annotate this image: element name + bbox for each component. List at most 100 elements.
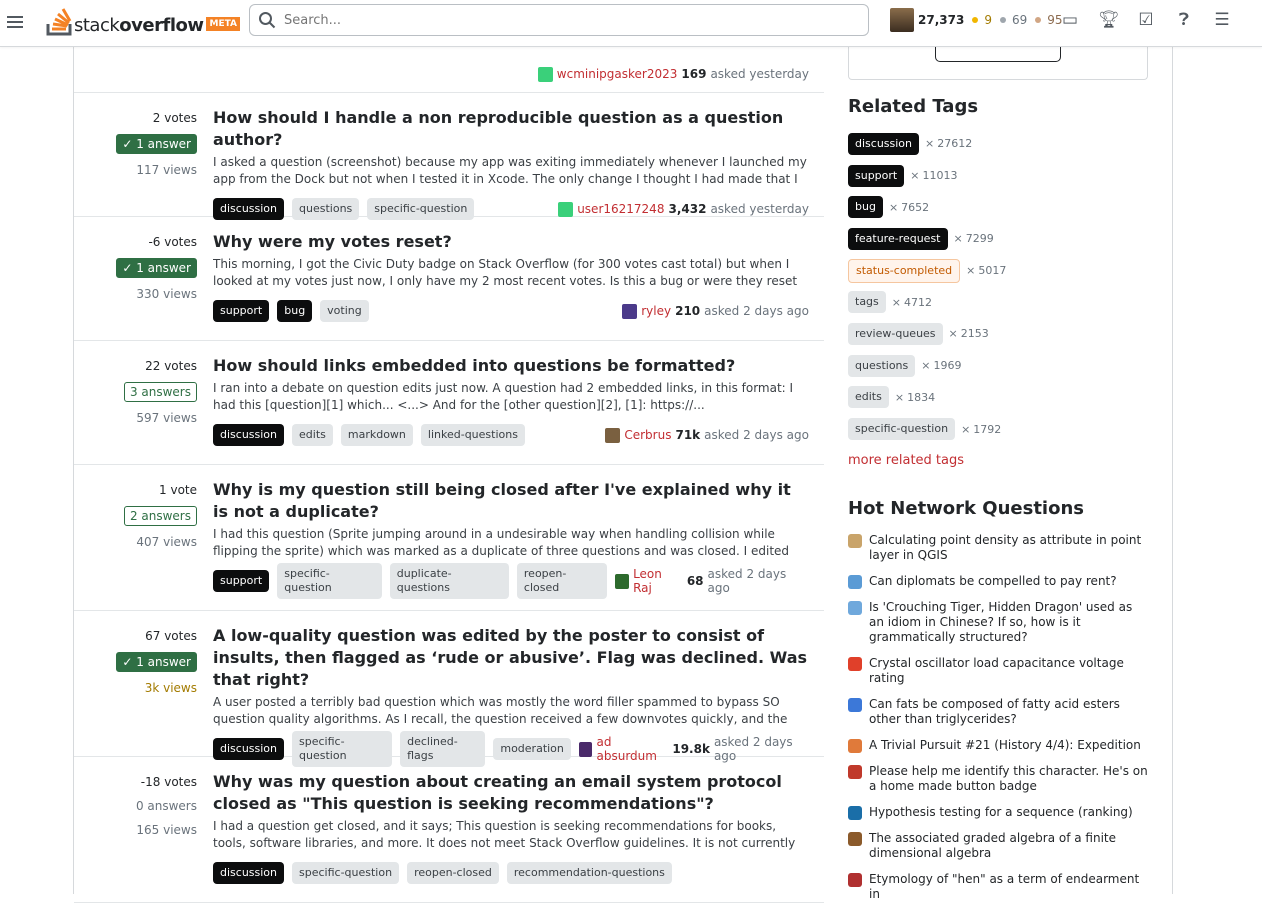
site-switcher-icon[interactable]: ☰ [1212, 10, 1232, 30]
owner-name[interactable]: ryley [641, 304, 671, 318]
question-title-link[interactable]: A low-quality question was edited by the… [213, 625, 809, 691]
related-tags: Related Tags discussion × 27612 support × 110… [848, 96, 1006, 468]
asked-time: asked 2 days ago [704, 304, 809, 318]
logo-text: stack [74, 15, 120, 36]
question-title-link[interactable]: Why is my question still being closed af… [213, 479, 809, 523]
user-card[interactable]: 27,373 9 69 95 [890, 8, 1063, 32]
user-avatar[interactable] [558, 201, 574, 217]
related-tag-row: questions × 1969 [848, 350, 1006, 382]
search-box[interactable] [249, 4, 869, 36]
related-tag-row: discussion × 27612 [848, 128, 1006, 160]
tag-voting[interactable]: voting [320, 300, 369, 322]
search-input[interactable] [282, 11, 842, 29]
hot-question-link[interactable]: Is 'Crouching Tiger, Hidden Dragon' used… [869, 600, 1148, 645]
user-avatar[interactable] [578, 741, 593, 757]
owner-name[interactable]: Leon Raj [633, 567, 683, 595]
owner-name[interactable]: wcminipgasker2023 [557, 67, 678, 81]
owner-rep: 169 [681, 67, 707, 81]
hot-question-item[interactable]: Crystal oscillator load capacitance volt… [848, 656, 1148, 686]
answer-label: 0 answers [135, 799, 197, 813]
hot-question-link[interactable]: Crystal oscillator load capacitance volt… [869, 656, 1148, 686]
tag-discussion[interactable]: discussion [848, 132, 920, 155]
tag-specific-question[interactable]: specific-question [277, 563, 382, 599]
site-icon [848, 698, 862, 712]
question-title-link[interactable]: Why was my question about creating an em… [213, 771, 809, 815]
tag-edits[interactable]: edits [292, 424, 333, 446]
hot-question-link[interactable]: Calculating point density as attribute i… [869, 533, 1148, 563]
hamburger-menu-icon[interactable] [7, 13, 23, 31]
inbox-icon[interactable]: ▭ [1060, 10, 1080, 30]
hot-question-link[interactable]: Can diplomats be compelled to pay rent? [869, 574, 1117, 589]
hot-question-item[interactable]: The associated graded algebra of a finit… [848, 831, 1148, 861]
tag-markdown[interactable]: markdown [340, 424, 413, 446]
question-stats: -6 votes ✓ 1 answer 330 views [74, 234, 197, 310]
user-avatar[interactable] [622, 303, 638, 319]
tag-discussion[interactable]: discussion [213, 862, 285, 884]
question-excerpt: I ran into a debate on question edits ju… [213, 381, 794, 412]
tag-recommendation-questions[interactable]: recommendation-questions [506, 862, 672, 884]
user-avatar[interactable] [605, 427, 621, 443]
question-summary: 1 vote 2 answers 407 views Why is my questi… [74, 465, 824, 611]
hot-question-item[interactable]: A Trivial Pursuit #21 (History 4/4): Exp… [848, 738, 1148, 753]
tag-review-queues[interactable]: review-queues [848, 322, 943, 345]
tag-support[interactable]: support [213, 570, 270, 592]
trophy-icon[interactable]: 🏆︎ [1098, 10, 1120, 30]
owner-name[interactable]: user16217248 [577, 202, 664, 216]
site-icon [848, 832, 862, 846]
hot-question-item[interactable]: Etymology of "hen" as a term of endearme… [848, 872, 1148, 902]
tag-status-completed[interactable]: status-completed [848, 258, 961, 283]
site-logo[interactable]: stackoverflow META [46, 4, 240, 36]
tag-reopen-closed[interactable]: reopen-closed [516, 563, 607, 599]
tag-edits[interactable]: edits [848, 386, 889, 409]
answer-count: ✓ 1 answer [116, 134, 197, 154]
hot-question-link[interactable]: Please help me identify this character. … [869, 764, 1148, 794]
hot-question-item[interactable]: Can fats be composed of fatty acid ester… [848, 697, 1148, 727]
multiplier: × [910, 169, 920, 183]
review-icon[interactable]: ☑ [1136, 10, 1156, 30]
hot-question-link[interactable]: The associated graded algebra of a finit… [869, 831, 1148, 861]
tag-reopen-closed[interactable]: reopen-closed [407, 862, 499, 884]
owner-rep: 3,432 [668, 202, 707, 216]
hot-question-link[interactable]: Etymology of "hen" as a term of endearme… [869, 872, 1148, 902]
question-title-link[interactable]: How should I handle a non reproducible q… [213, 107, 809, 151]
multiplier: × [948, 327, 958, 341]
hot-question-item[interactable]: Can diplomats be compelled to pay rent? [848, 574, 1148, 589]
question-excerpt: This morning, I got the Civic Duty badge… [213, 257, 798, 288]
owner-rep: 71k [675, 428, 701, 442]
hot-question-item[interactable]: Please help me identify this character. … [848, 764, 1148, 794]
tag-specific-question[interactable]: specific-question [292, 862, 400, 884]
tag-feature-request[interactable]: feature-request [848, 227, 948, 250]
tag-questions[interactable]: questions [848, 354, 916, 377]
question-title-link[interactable]: Why were my votes reset? [213, 231, 809, 253]
user-avatar[interactable] [537, 66, 553, 82]
more-related-tags-link[interactable]: more related tags [848, 453, 1006, 468]
owner-rep: 19.8k [672, 742, 710, 756]
hot-question-link[interactable]: A Trivial Pursuit #21 (History 4/4): Exp… [869, 738, 1141, 753]
user-avatar[interactable] [614, 573, 630, 589]
hot-question-item[interactable]: Calculating point density as attribute i… [848, 533, 1148, 563]
hot-network-title: Hot Network Questions [848, 498, 1084, 519]
vote-count: 67 votes [145, 629, 197, 643]
tag-discussion[interactable]: discussion [213, 424, 285, 446]
view-count: 597 views [136, 411, 197, 425]
hot-question-link[interactable]: Can fats be composed of fatty acid ester… [869, 697, 1148, 727]
tag-duplicate-questions[interactable]: duplicate-questions [389, 563, 509, 599]
related-tag-row: bug × 7652 [848, 191, 1006, 223]
question-title-link[interactable]: How should links embedded into questions… [213, 355, 809, 377]
tag-tags[interactable]: tags [848, 291, 886, 314]
owner-name[interactable]: Cerbrus [624, 428, 671, 442]
tag-support[interactable]: support [848, 164, 905, 187]
hot-question-link[interactable]: Hypothesis testing for a sequence (ranki… [869, 805, 1133, 820]
tag-support[interactable]: support [213, 300, 270, 322]
avatar[interactable] [890, 8, 914, 32]
help-icon[interactable]: ❓︎ [1174, 10, 1194, 30]
check-icon: ✓ [122, 655, 137, 669]
site-icon [848, 657, 862, 671]
tag-linked-questions[interactable]: linked-questions [420, 424, 525, 446]
tag-bug[interactable]: bug [848, 196, 883, 219]
related-tag-row: support × 11013 [848, 160, 1006, 192]
tag-bug[interactable]: bug [277, 300, 313, 322]
hot-question-item[interactable]: Hypothesis testing for a sequence (ranki… [848, 805, 1148, 820]
hot-question-item[interactable]: Is 'Crouching Tiger, Hidden Dragon' used… [848, 600, 1148, 645]
tag-specific-question[interactable]: specific-question [848, 418, 956, 441]
